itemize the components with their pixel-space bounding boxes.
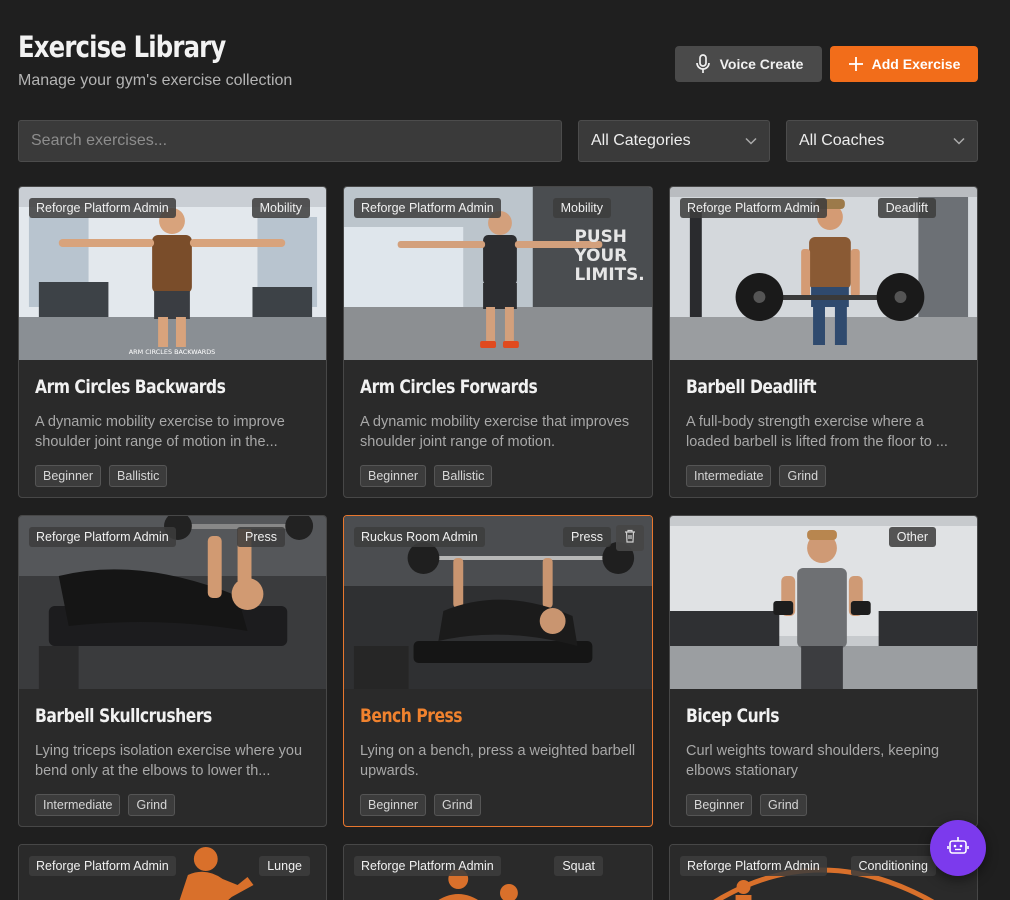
exercise-title: Bench Press: [360, 705, 463, 727]
coach-tag: Ruckus Room Admin: [354, 527, 485, 547]
category-tag: Conditioning: [850, 856, 936, 876]
exercise-image: ARM CIRCLES BACKWARDS Reforge Platform A…: [19, 187, 326, 360]
category-tag: Other: [888, 527, 936, 547]
assistant-button[interactable]: [930, 820, 986, 876]
exercise-card[interactable]: Reforge Platform Admin Deadlift Barbell …: [669, 186, 978, 498]
coach-tag: Reforge Platform Admin: [29, 198, 176, 218]
level-chip: Intermediate: [35, 794, 121, 816]
category-tag: Mobility: [251, 198, 310, 218]
level-chip: Beginner: [35, 465, 102, 487]
robot-icon: [947, 836, 969, 861]
category-tag: Lunge: [259, 856, 310, 876]
voice-create-label: Voice Create: [719, 56, 804, 72]
chevron-down-icon: [953, 132, 965, 150]
coach-tag: Reforge Platform Admin: [680, 198, 827, 218]
search-input[interactable]: [18, 120, 562, 162]
coach-tag: Reforge Platform Admin: [354, 856, 501, 876]
add-exercise-label: Add Exercise: [871, 56, 961, 72]
category-tag: Press: [237, 527, 285, 547]
exercise-image: Reforge Platform Admin Deadlift: [670, 187, 977, 360]
exercise-description: Lying on a bench, press a weighted barbe…: [360, 743, 636, 779]
category-tag: Mobility: [552, 198, 611, 218]
coach-select-value: All Coaches: [799, 132, 885, 149]
level-chip: Beginner: [686, 794, 753, 816]
delete-button[interactable]: [616, 525, 644, 551]
exercise-card[interactable]: PUSH YOUR LIMITS. Reforge Platform Admin M…: [343, 186, 653, 498]
coach-tag: Reforge Platform Admin: [680, 856, 827, 876]
type-chip: Grind: [779, 465, 827, 487]
type-chip: Grind: [128, 794, 176, 816]
chevron-down-icon: [745, 132, 757, 150]
exercise-card[interactable]: Reforge Platform Admin Lunge: [18, 844, 327, 900]
exercise-image: PUSH YOUR LIMITS. Reforge Platform Admin M…: [344, 187, 652, 360]
svg-text:ARM CIRCLES BACKWARDS: ARM CIRCLES BACKWARDS: [129, 348, 216, 356]
exercise-card[interactable]: Reforge Platform Admin Press Barbell Sku…: [18, 515, 327, 827]
level-chip: Intermediate: [686, 465, 772, 487]
trash-icon: [624, 529, 636, 548]
filter-bar: All Categories All Coaches: [18, 120, 978, 162]
exercise-grid: ARM CIRCLES BACKWARDS Reforge Platform A…: [18, 186, 978, 900]
exercise-image: Reforge Platform Admin Press: [19, 516, 326, 689]
type-chip: Grind: [434, 794, 481, 816]
category-select-value: All Categories: [591, 132, 691, 149]
coach-tag: Reforge Platform Admin: [29, 856, 176, 876]
type-chip: Grind: [760, 794, 807, 816]
exercise-card[interactable]: Other Bicep Curls Curl weights toward sh…: [669, 515, 978, 827]
coach-tag: Reforge Platform Admin: [29, 527, 176, 547]
page-header: Exercise Library Manage your gym's exerc…: [18, 30, 978, 100]
exercise-card[interactable]: ARM CIRCLES BACKWARDS Reforge Platform A…: [18, 186, 327, 498]
exercise-title: Arm Circles Forwards: [360, 376, 538, 398]
coach-tag: Reforge Platform Admin: [354, 198, 501, 218]
category-tag: Press: [563, 527, 611, 547]
add-exercise-button[interactable]: Add Exercise: [830, 46, 978, 82]
exercise-description: A dynamic mobility exercise to improve s…: [35, 414, 285, 450]
exercise-description: A full-body strength exercise where a lo…: [686, 414, 948, 450]
category-tag: Squat: [554, 856, 603, 876]
category-select[interactable]: All Categories: [578, 120, 770, 162]
exercise-image: Reforge Platform Admin Lunge: [19, 845, 326, 900]
category-tag: Deadlift: [877, 198, 936, 218]
exercise-image: Other: [670, 516, 977, 689]
type-chip: Ballistic: [109, 465, 168, 487]
voice-create-button[interactable]: Voice Create: [675, 46, 822, 82]
exercise-description: Curl weights toward shoulders, keeping e…: [686, 743, 940, 779]
exercise-title: Barbell Deadlift: [686, 376, 817, 398]
exercise-title: Bicep Curls: [686, 705, 780, 727]
exercise-image: Reforge Platform Admin Squat: [344, 845, 652, 900]
exercise-title: Arm Circles Backwards: [35, 376, 226, 398]
plus-icon: [848, 56, 864, 72]
microphone-icon: [694, 54, 712, 74]
exercise-card[interactable]: Ruckus Room Admin Press Bench Press Lyin…: [343, 515, 653, 827]
header-actions: Voice Create Add Exercise: [675, 46, 978, 82]
level-chip: Beginner: [360, 465, 427, 487]
level-chip: Beginner: [360, 794, 427, 816]
exercise-title: Barbell Skullcrushers: [35, 705, 212, 727]
coach-select[interactable]: All Coaches: [786, 120, 978, 162]
exercise-description: A dynamic mobility exercise that improve…: [360, 414, 630, 450]
exercise-card[interactable]: Reforge Platform Admin Squat: [343, 844, 653, 900]
type-chip: Ballistic: [434, 465, 493, 487]
exercise-description: Lying triceps isolation exercise where y…: [35, 743, 303, 779]
exercise-image: Ruckus Room Admin Press: [344, 516, 652, 689]
